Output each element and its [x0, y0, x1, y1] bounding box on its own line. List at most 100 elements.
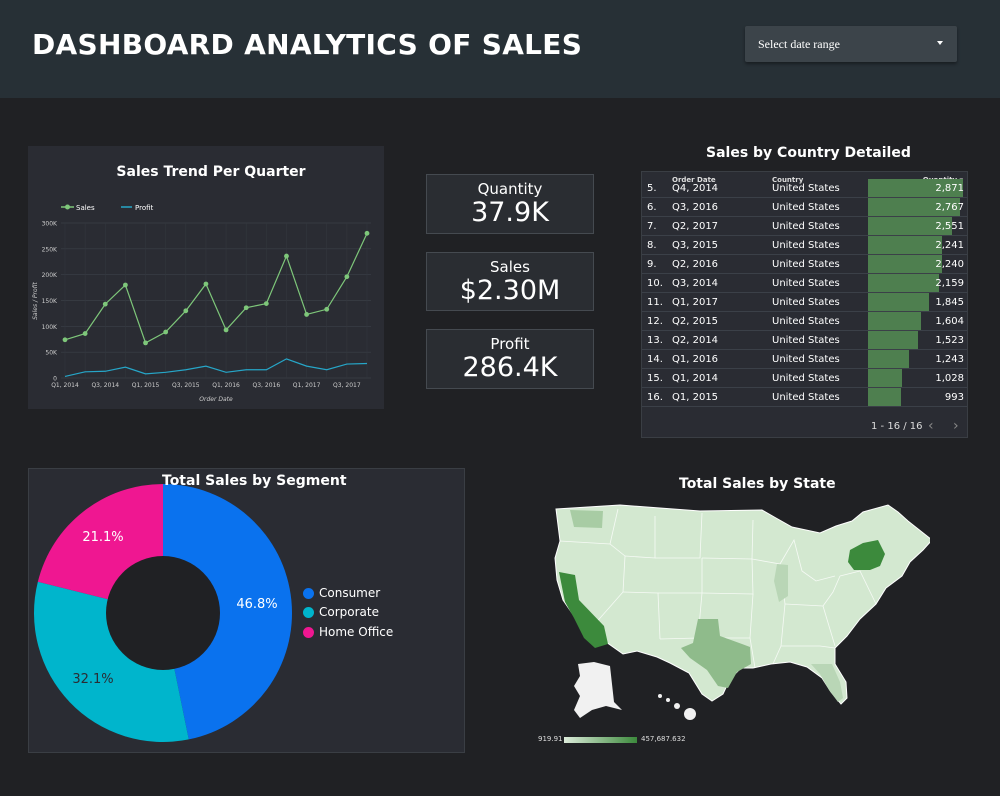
sales-data-point[interactable]	[364, 230, 370, 236]
quantity-bar	[868, 255, 942, 273]
sales-data-point[interactable]	[304, 312, 309, 317]
sales-data-point[interactable]	[203, 281, 209, 287]
sales-data-point[interactable]	[102, 301, 108, 307]
date-range-label: Select date range	[758, 37, 840, 51]
x-tick-label: Q1, 2014	[51, 382, 79, 389]
row-index: 10.	[647, 278, 663, 289]
kpi-value: $2.30M	[459, 275, 561, 306]
table-row[interactable]: 11. Q1, 2017 United States 1,845	[642, 293, 967, 312]
kpi-label: Profit	[490, 335, 530, 353]
state-washington	[570, 510, 603, 528]
table-row[interactable]: 8. Q3, 2015 United States 2,241	[642, 236, 967, 255]
legend-sales: Sales	[76, 204, 95, 212]
x-tick-label: Q3, 2015	[172, 382, 200, 389]
row-country: United States	[772, 221, 840, 232]
row-order-date: Q2, 2015	[672, 316, 719, 327]
row-quantity: 2,241	[935, 240, 964, 251]
us-state-map	[554, 504, 930, 720]
legend-profit: Profit	[135, 204, 154, 212]
row-order-date: Q1, 2015	[672, 392, 719, 403]
slice-label-corporate: 32.1%	[72, 672, 113, 687]
row-index: 9.	[647, 259, 657, 270]
next-page-icon[interactable]: ›	[953, 418, 959, 434]
row-country: United States	[772, 259, 840, 270]
quantity-bar	[868, 369, 902, 387]
row-index: 5.	[647, 183, 657, 194]
row-index: 11.	[647, 297, 663, 308]
quantity-bar	[868, 293, 929, 311]
row-order-date: Q4, 2014	[672, 183, 719, 194]
y-tick-label: 300K	[42, 221, 58, 228]
x-tick-label: Q3, 2016	[253, 382, 281, 389]
state-hawaii	[658, 694, 696, 720]
sales-data-point[interactable]	[82, 331, 88, 336]
row-index: 8.	[647, 240, 657, 251]
table-pagination: 1 - 16 / 16 ‹ ›	[642, 417, 967, 437]
row-quantity: 2,767	[935, 202, 964, 213]
sales-data-point[interactable]	[344, 274, 350, 280]
table-row[interactable]: 14. Q1, 2016 United States 1,243	[642, 350, 967, 369]
table-row[interactable]: 13. Q2, 2014 United States 1,523	[642, 331, 967, 350]
row-index: 7.	[647, 221, 657, 232]
sales-data-point[interactable]	[62, 337, 68, 343]
table-row[interactable]: 5. Q4, 2014 United States 2,871	[642, 179, 967, 198]
sales-data-point[interactable]	[284, 253, 289, 259]
sales-trend-panel: Sales Trend Per Quarter Sales Profit 300…	[28, 146, 384, 409]
slice-label-consumer: 46.8%	[236, 597, 277, 612]
chevron-down-icon	[937, 41, 943, 45]
x-tick-label: Q1, 2017	[293, 382, 321, 389]
row-country: United States	[772, 297, 840, 308]
table-row[interactable]: 9. Q2, 2016 United States 2,240	[642, 255, 967, 274]
row-country: United States	[772, 183, 840, 194]
sales-data-point[interactable]	[123, 282, 128, 288]
profit-series-line	[64, 358, 368, 378]
legend-sales-marker	[65, 204, 70, 210]
quantity-bar	[868, 236, 942, 254]
legend-home-office-dot	[303, 627, 314, 638]
legend-home-office-label: Home Office	[319, 625, 394, 639]
row-quantity: 1,243	[935, 354, 964, 365]
table-row[interactable]: 6. Q3, 2016 United States 2,767	[642, 198, 967, 217]
kpi-value: 286.4K	[462, 352, 558, 383]
state-alaska	[574, 662, 622, 718]
row-order-date: Q1, 2017	[672, 297, 719, 308]
map-max-label: 457,687.632	[641, 735, 686, 743]
legend-corporate-label: Corporate	[319, 605, 379, 619]
row-quantity: 1,604	[935, 316, 964, 327]
table-row[interactable]: 12. Q2, 2015 United States 1,604	[642, 312, 967, 331]
y-tick-label: 200K	[42, 272, 58, 279]
row-country: United States	[772, 354, 840, 365]
legend-consumer-dot	[303, 588, 314, 599]
page-title: DASHBOARD ANALYTICS OF SALES	[32, 28, 583, 61]
prev-page-icon[interactable]: ‹	[928, 418, 934, 434]
y-tick-label: 150K	[42, 298, 58, 305]
sales-data-point[interactable]	[324, 306, 330, 312]
x-tick-label: Q1, 2015	[132, 382, 160, 389]
sales-data-point[interactable]	[243, 305, 249, 311]
legend-corporate-dot	[303, 607, 314, 618]
y-tick-label: 250K	[42, 246, 58, 253]
row-quantity: 1,845	[935, 297, 964, 308]
row-order-date: Q2, 2014	[672, 335, 719, 346]
row-country: United States	[772, 240, 840, 251]
sales-data-point[interactable]	[223, 327, 229, 333]
sales-data-point[interactable]	[163, 329, 169, 335]
us-mainland	[554, 504, 930, 705]
table-row[interactable]: 10. Q3, 2014 United States 2,159	[642, 274, 967, 293]
kpi-sales-card: Sales $2.30M	[426, 252, 594, 311]
table-row[interactable]: 16. Q1, 2015 United States 993	[642, 388, 967, 407]
map-scale-legend: 919.91 457,687.632	[538, 735, 698, 747]
kpi-label: Sales	[490, 258, 530, 276]
sales-data-point[interactable]	[143, 340, 148, 346]
sales-data-point[interactable]	[263, 301, 269, 306]
date-range-dropdown[interactable]: Select date range	[745, 26, 957, 62]
slice-label-home-office: 21.1%	[82, 530, 123, 545]
table-row[interactable]: 15. Q1, 2014 United States 1,028	[642, 369, 967, 388]
row-order-date: Q3, 2016	[672, 202, 719, 213]
row-quantity: 2,871	[935, 183, 964, 194]
table-row[interactable]: 7. Q2, 2017 United States 2,551	[642, 217, 967, 236]
quantity-bar	[868, 312, 921, 330]
map-min-label: 919.91	[538, 735, 563, 743]
header-bar: DASHBOARD ANALYTICS OF SALES Select date…	[0, 0, 1000, 98]
sales-data-point[interactable]	[183, 308, 189, 314]
